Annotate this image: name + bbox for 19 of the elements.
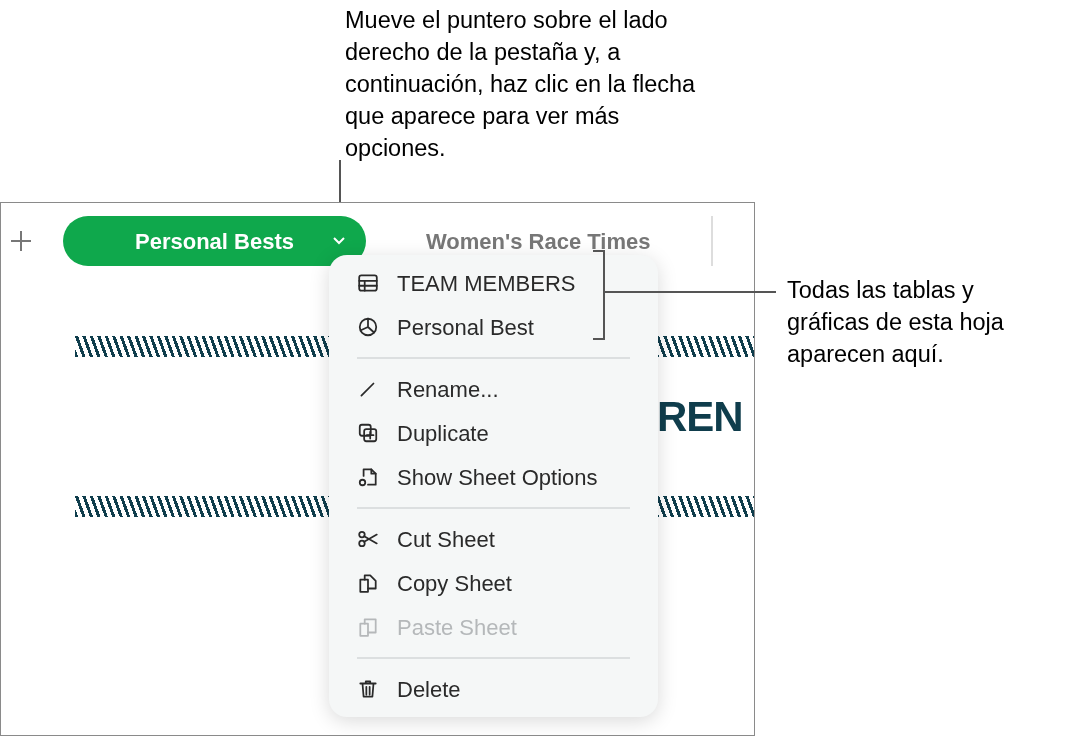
banner-title: REN: [657, 392, 743, 442]
duplicate-icon: [357, 422, 379, 444]
menu-item[interactable]: Cut Sheet: [357, 517, 630, 561]
callout-text: Mueve el puntero sobre el lado derecho de la pestaña y, a continuación, haz clic en la flecha que aparece para ver más opciones.: [345, 6, 697, 163]
menu-item[interactable]: Copy Sheet: [357, 561, 630, 605]
copy-icon: [357, 572, 379, 594]
menu-item[interactable]: Duplicate: [357, 411, 630, 455]
callout-text: Todas las tablas y gráficas de esta hoja aparecen aquí.: [787, 276, 1005, 369]
table-icon: [357, 272, 379, 294]
pie-chart-icon: [357, 316, 379, 338]
menu-item[interactable]: Personal Best: [357, 305, 630, 349]
menu-item[interactable]: Show Sheet Options: [357, 455, 630, 499]
menu-item[interactable]: Rename...: [357, 367, 630, 411]
menu-item[interactable]: Delete: [357, 667, 630, 711]
chevron-down-icon[interactable]: [332, 236, 346, 246]
trash-icon: [357, 678, 379, 700]
paste-icon: [357, 616, 379, 638]
scissors-icon: [357, 528, 379, 550]
add-icon[interactable]: [9, 229, 33, 253]
